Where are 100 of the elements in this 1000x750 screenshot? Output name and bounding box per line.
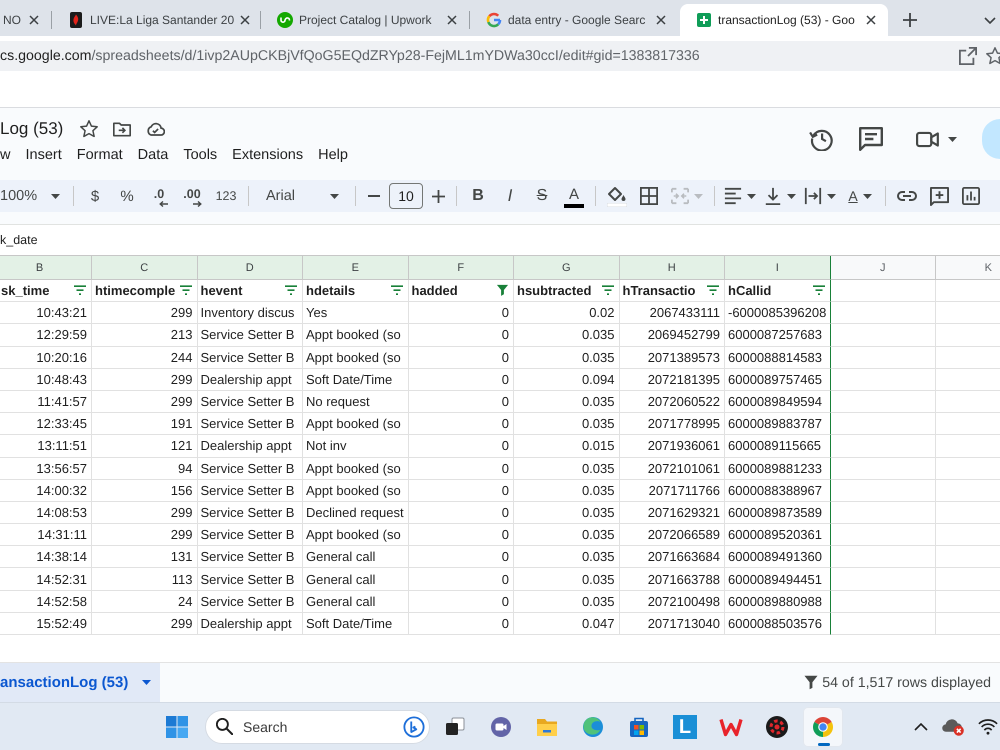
browser-tab[interactable]: data entry - Google Searc	[470, 4, 678, 36]
menu-item[interactable]: Data	[130, 147, 176, 163]
zoom-dropdown[interactable]: 100%	[0, 182, 66, 210]
table-cell: 6000089491360	[725, 546, 830, 568]
column-header[interactable]: J	[830, 256, 936, 280]
table-cell: 14:31:11	[0, 524, 92, 546]
plus-icon[interactable]	[432, 190, 444, 202]
browser-tab[interactable]: LIVE:La Liga Santander 20	[52, 4, 260, 36]
round-logo-icon[interactable]	[403, 716, 425, 738]
caret-icon[interactable]	[51, 194, 60, 198]
filter-icon[interactable]	[73, 285, 87, 296]
active-filter-icon[interactable]	[496, 284, 509, 298]
caret-icon[interactable]	[862, 194, 872, 198]
table-cell: 6000088503576	[725, 612, 830, 635]
borders-icon[interactable]	[640, 187, 658, 205]
chevron-up-icon[interactable]	[914, 722, 928, 730]
caret-icon[interactable]	[747, 194, 756, 198]
close-icon[interactable]	[447, 15, 457, 25]
cloud-error-icon[interactable]	[942, 717, 964, 736]
table-cell: 213	[92, 324, 198, 347]
close-icon[interactable]	[866, 15, 876, 25]
chart-icon[interactable]	[962, 187, 980, 205]
star-icon[interactable]	[80, 120, 98, 138]
caret-icon[interactable]	[142, 680, 152, 685]
close-icon[interactable]	[29, 15, 39, 25]
filter-icon[interactable]	[600, 285, 614, 296]
menu-item[interactable]: Insert	[18, 147, 70, 163]
table-cell: Dealership appt	[198, 368, 303, 391]
text-color-button[interactable]: A	[560, 182, 588, 210]
column-header[interactable]: E	[303, 256, 408, 280]
caret-icon[interactable]	[787, 194, 796, 198]
currency-button[interactable]: $	[81, 182, 109, 210]
fill-color-icon[interactable]	[607, 186, 627, 206]
percent-button[interactable]: %	[113, 182, 141, 210]
table-cell: 0	[408, 546, 514, 568]
video-camera-icon	[916, 130, 940, 148]
column-header[interactable]: B	[0, 256, 92, 280]
menu-item[interactable]: Tools	[176, 147, 225, 163]
column-heading: hCallid	[728, 283, 772, 298]
add-comment-icon[interactable]	[930, 186, 948, 206]
rows-status: 54 of 1,517 rows displayed	[822, 674, 991, 690]
table-cell: 0	[408, 458, 514, 480]
search-bar[interactable]: Search	[205, 710, 430, 744]
filter-icon[interactable]	[178, 285, 192, 296]
increase-decimals-button[interactable]: .00	[177, 182, 207, 210]
column-header[interactable]: D	[198, 256, 303, 280]
filter-icon[interactable]	[812, 285, 826, 296]
document-title[interactable]: Log (53)	[0, 119, 64, 139]
new-tab-icon[interactable]	[903, 13, 917, 27]
caret-icon[interactable]	[330, 194, 339, 198]
history-icon[interactable]	[809, 127, 833, 151]
address-bar[interactable]: cs.google.com/spreadsheets/d/1ivp2AUpCKBjVfQoG5EQdZRYp28-FejML1mYDWa30ccI/edit#gid=1383817336	[0, 40, 1000, 70]
menu-item[interactable]: Help	[310, 147, 356, 163]
strikethrough-button[interactable]: S	[528, 182, 556, 210]
bold-button[interactable]: B	[464, 182, 492, 210]
column-header[interactable]: G	[514, 256, 620, 280]
wifi-icon[interactable]	[978, 718, 998, 734]
caret-icon[interactable]	[827, 194, 836, 198]
comment-icon[interactable]	[859, 127, 883, 151]
chevron-down-icon[interactable]	[984, 17, 996, 24]
decrease-decimals-button[interactable]: .0	[145, 182, 173, 210]
browser-tab[interactable]: Project Catalog | Upwork	[261, 4, 469, 36]
table-cell: 299	[92, 524, 198, 546]
link-icon[interactable]	[897, 191, 917, 201]
video-call-dropdown[interactable]	[916, 130, 957, 148]
share-icon[interactable]	[959, 46, 977, 64]
italic-button[interactable]: I	[496, 182, 524, 210]
close-icon[interactable]	[656, 15, 666, 25]
start-icon[interactable]	[165, 714, 189, 738]
column-header[interactable]: F	[408, 256, 514, 280]
column-header[interactable]: K	[936, 256, 1000, 280]
text-rotation-dropdown[interactable]: A	[842, 182, 878, 210]
sheet-tab[interactable]: ansactionLog (53)	[0, 663, 160, 702]
column-header[interactable]: I	[725, 256, 830, 280]
taskbar-app-button[interactable]: L	[665, 706, 705, 746]
number-format-button[interactable]: 123	[211, 182, 241, 210]
column-header[interactable]: H	[620, 256, 725, 280]
table-cell: 0.035	[514, 480, 620, 502]
filter-icon[interactable]	[284, 285, 298, 296]
close-icon[interactable]	[240, 15, 250, 25]
round-logo-icon	[277, 12, 293, 28]
formula-field[interactable]: k_date	[0, 224, 1000, 256]
table-cell: 0.047	[514, 612, 620, 635]
caret-icon[interactable]	[948, 136, 957, 142]
table-cell: 6000089880988	[725, 590, 830, 613]
menu-item[interactable]: w	[0, 147, 18, 163]
browser-tab[interactable]: NO	[0, 4, 51, 36]
column-header[interactable]: C	[92, 256, 198, 280]
browser-tab[interactable]: transactionLog (53) - Goo	[680, 4, 888, 36]
menu-item[interactable]: Extensions	[224, 147, 311, 163]
font-size-field[interactable]: 10	[389, 183, 423, 209]
table-cell: 299	[92, 502, 198, 524]
filter-icon[interactable]	[390, 285, 404, 296]
star-icon[interactable]	[986, 46, 1000, 64]
font-dropdown[interactable]: Arial	[256, 182, 348, 210]
menu-item[interactable]: Format	[69, 147, 130, 163]
cloud-check-icon[interactable]	[146, 122, 166, 136]
search-field[interactable]: Search	[243, 716, 393, 738]
folder-move-icon[interactable]	[113, 122, 132, 136]
filter-icon[interactable]	[706, 285, 720, 296]
